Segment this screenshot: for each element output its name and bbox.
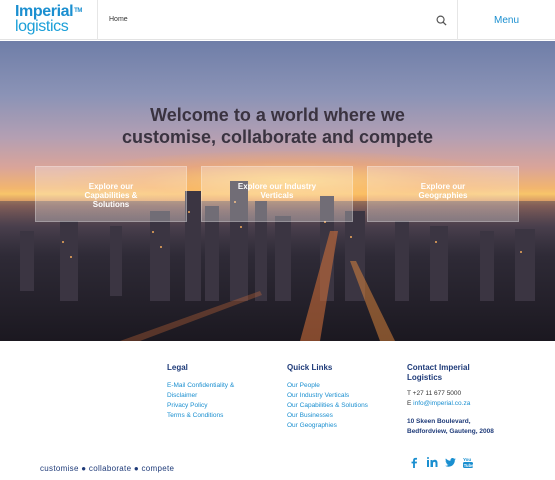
- privacy-policy-link[interactable]: Privacy Policy: [167, 401, 267, 411]
- page: ImperialTM logistics Home Menu Welcome t…: [0, 0, 555, 480]
- menu-button[interactable]: Menu: [457, 0, 555, 40]
- hero-title-line1: Welcome to a world where we: [150, 105, 405, 125]
- explore-industry-verticals-card[interactable]: Explore our Industry Verticals: [201, 166, 353, 222]
- site-footer: Legal E-Mail Confidentiality & Disclaime…: [0, 341, 555, 480]
- explore-geographies-card[interactable]: Explore our Geographies: [367, 166, 519, 222]
- explore-industry-verticals-label: Explore our Industry Verticals: [237, 182, 317, 200]
- contact-phone: T +27 11 677 5000: [407, 390, 462, 397]
- explore-capabilities-label: Explore our Capabilities & Solutions: [84, 182, 138, 209]
- contact-email-link[interactable]: info@imperial.co.za: [413, 400, 470, 407]
- disclaimer-link[interactable]: Disclaimer: [167, 391, 267, 401]
- contact-column: Contact Imperial Logistics T +27 11 677 …: [407, 363, 537, 437]
- our-capabilities-link[interactable]: Our Capabilities & Solutions: [287, 401, 387, 411]
- legal-column: Legal E-Mail Confidentiality & Disclaime…: [167, 363, 267, 421]
- hero-title: Welcome to a world where we customise, c…: [0, 104, 555, 148]
- search-button[interactable]: [425, 0, 457, 40]
- site-header: ImperialTM logistics Home Menu: [0, 0, 555, 40]
- contact-heading: Contact Imperial Logistics: [407, 363, 470, 382]
- twitter-icon[interactable]: [444, 456, 456, 468]
- footer-tagline: customise ● collaborate ● compete: [40, 464, 175, 473]
- email-confidentiality-link[interactable]: E-Mail Confidentiality &: [167, 381, 267, 391]
- imperial-logistics-logo[interactable]: ImperialTM logistics: [0, 0, 98, 40]
- contact-email-row: E info@imperial.co.za: [407, 400, 471, 407]
- breadcrumb-home-link[interactable]: Home: [109, 16, 128, 23]
- terms-conditions-link[interactable]: Terms & Conditions: [167, 411, 267, 421]
- logo-line1: ImperialTM: [15, 3, 83, 20]
- hero-title-line2: customise, collaborate and compete: [121, 127, 434, 147]
- facebook-icon[interactable]: [408, 456, 420, 468]
- youtube-icon[interactable]: You Tube: [462, 456, 474, 468]
- our-geographies-link[interactable]: Our Geographies: [287, 421, 387, 431]
- explore-geographies-label: Explore our Geographies: [418, 182, 468, 200]
- svg-text:You: You: [463, 457, 471, 462]
- legal-heading: Legal: [167, 363, 188, 372]
- our-industry-verticals-link[interactable]: Our Industry Verticals: [287, 391, 387, 401]
- our-businesses-link[interactable]: Our Businesses: [287, 411, 387, 421]
- quick-links-column: Quick Links Our People Our Industry Vert…: [287, 363, 387, 431]
- contact-address: 10 Skeen Boulevard, Bedfordview, Gauteng…: [407, 418, 494, 435]
- search-icon: [436, 15, 447, 26]
- quick-links-heading: Quick Links: [287, 363, 333, 372]
- logo-line2: logistics: [15, 18, 69, 35]
- explore-capabilities-card[interactable]: Explore our Capabilities & Solutions: [35, 166, 187, 222]
- hero-banner: Welcome to a world where we customise, c…: [0, 41, 555, 341]
- social-links: You Tube: [408, 456, 474, 468]
- our-people-link[interactable]: Our People: [287, 381, 387, 391]
- svg-text:Tube: Tube: [464, 462, 473, 467]
- linkedin-icon[interactable]: [426, 456, 438, 468]
